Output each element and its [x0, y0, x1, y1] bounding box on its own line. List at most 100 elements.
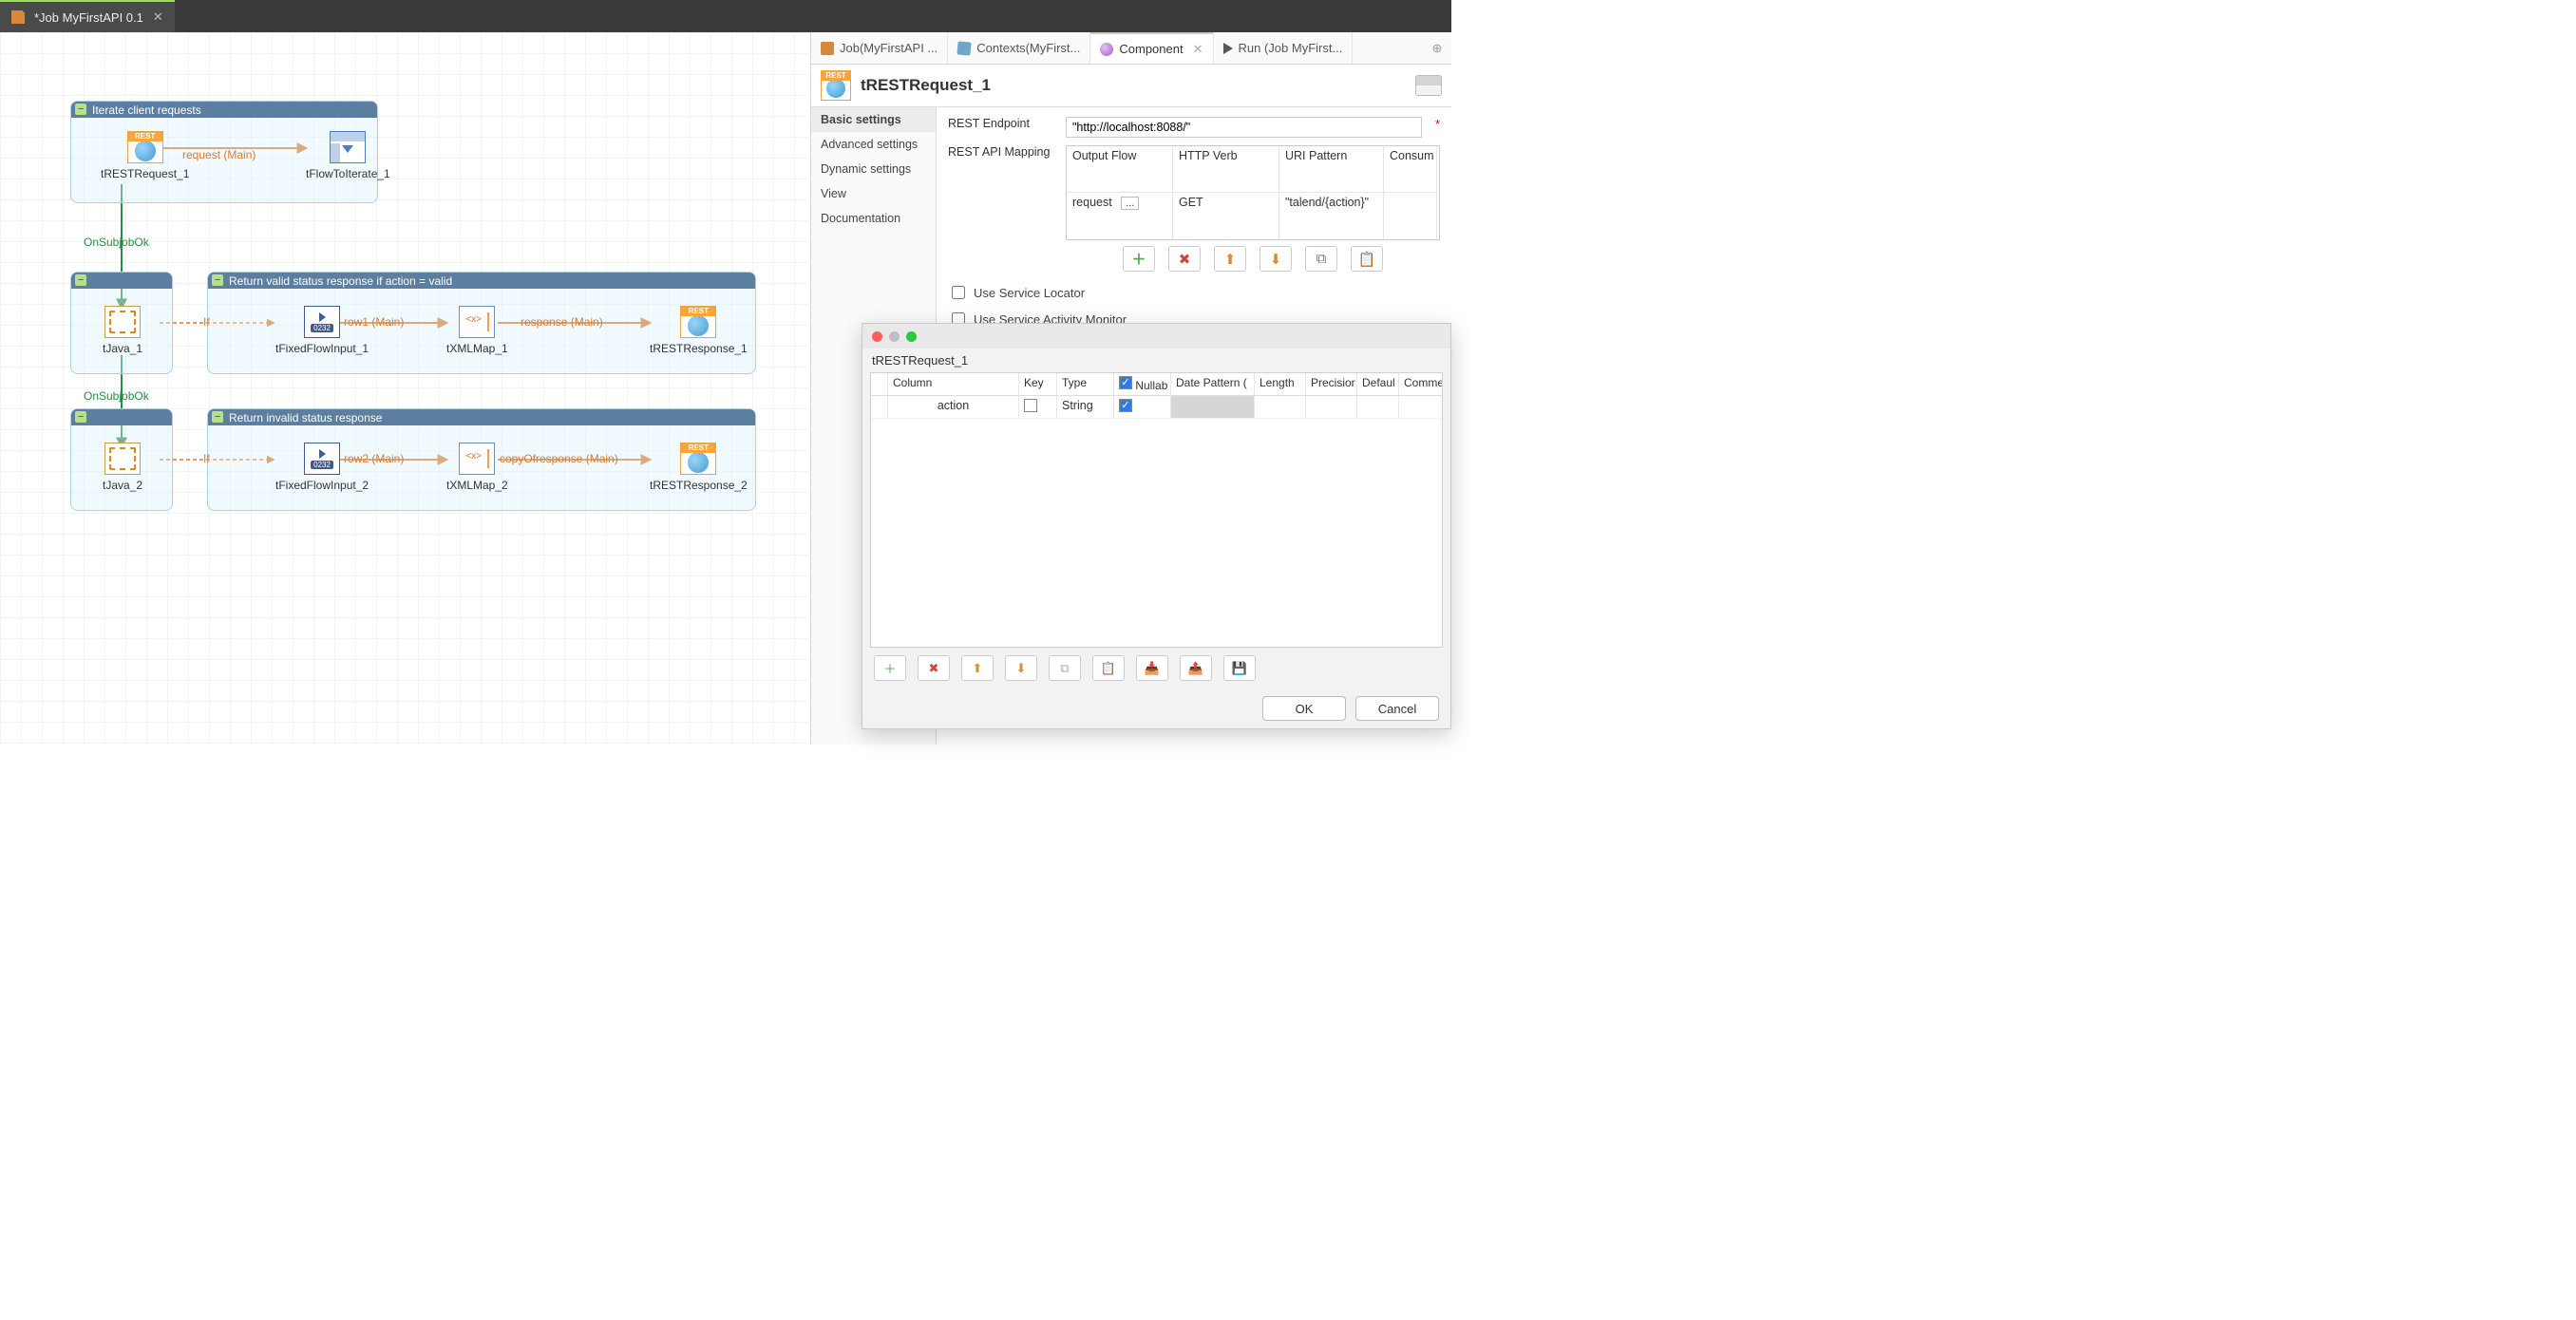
- layout-toggle-icon[interactable]: [1415, 75, 1442, 96]
- tab-component[interactable]: Component ✕: [1090, 32, 1213, 64]
- table-cell[interactable]: request ...: [1067, 193, 1173, 239]
- component-tjava-1[interactable]: tJava_1: [103, 306, 142, 355]
- tab-job[interactable]: Job(MyFirstAPI ...: [811, 32, 948, 64]
- job-canvas[interactable]: Iterate client requests tRESTRequest_1 t…: [0, 32, 810, 745]
- editor-tab-job[interactable]: *Job MyFirstAPI 0.1 ✕: [0, 0, 175, 32]
- component-label: tXMLMap_1: [446, 342, 508, 355]
- nav-advanced-settings[interactable]: Advanced settings: [811, 132, 936, 157]
- default-cell[interactable]: [1357, 396, 1399, 418]
- component-label: tRESTResponse_1: [650, 342, 748, 355]
- remove-column-button[interactable]: ✖: [918, 655, 950, 681]
- precision-cell[interactable]: [1306, 396, 1357, 418]
- component-tflowtoiterate-1[interactable]: tFlowToIterate_1: [306, 131, 390, 180]
- type-cell[interactable]: String: [1057, 396, 1114, 418]
- tab-label: Job(MyFirstAPI ...: [840, 41, 938, 55]
- component-title: tRESTRequest_1: [861, 76, 991, 95]
- add-row-button[interactable]: ＋: [1123, 246, 1155, 272]
- subjob-header: Return valid status response if action =…: [208, 273, 755, 289]
- component-tjava-2[interactable]: tJava_2: [103, 443, 142, 492]
- tab-run[interactable]: Run (Job MyFirst...: [1214, 32, 1354, 64]
- nullable-check[interactable]: [1119, 399, 1132, 412]
- table-header: [871, 373, 888, 395]
- rest-endpoint-field: REST Endpoint *: [948, 117, 1440, 138]
- dialog-title-bar[interactable]: [862, 324, 1450, 349]
- copy-button[interactable]: ⧉: [1305, 246, 1337, 272]
- component-title-row: tRESTRequest_1: [811, 65, 1451, 106]
- key-check[interactable]: [1024, 399, 1037, 412]
- move-up-button[interactable]: ⬆: [961, 655, 994, 681]
- xml-map-icon: [459, 306, 495, 338]
- rest-response-icon: [680, 306, 716, 338]
- component-trestresponse-1[interactable]: tRESTResponse_1: [650, 306, 748, 355]
- table-header: Type: [1057, 373, 1114, 395]
- table-row[interactable]: action String: [871, 396, 1442, 419]
- ellipsis-button[interactable]: ...: [1121, 197, 1139, 210]
- api-mapping-table[interactable]: Output Flow HTTP Verb URI Pattern Consum…: [1066, 145, 1440, 240]
- length-cell[interactable]: [1255, 396, 1306, 418]
- nav-dynamic-settings[interactable]: Dynamic settings: [811, 157, 936, 181]
- paste-button[interactable]: 📋: [1092, 655, 1125, 681]
- move-up-button[interactable]: ⬆: [1214, 246, 1246, 272]
- export-button[interactable]: 📤: [1180, 655, 1212, 681]
- component-label: tFlowToIterate_1: [306, 167, 390, 180]
- minimize-window-icon[interactable]: [889, 331, 900, 342]
- table-header: Consum: [1384, 146, 1437, 193]
- add-column-button[interactable]: ＋: [874, 655, 906, 681]
- tab-label: Component: [1119, 42, 1183, 56]
- nav-basic-settings[interactable]: Basic settings: [811, 107, 936, 132]
- component-tfixedflowinput-2[interactable]: 0232 tFixedFlowInput_2: [275, 443, 369, 492]
- link-label-row1: row1 (Main): [344, 315, 404, 329]
- subjob-header: Iterate client requests: [71, 102, 377, 118]
- schema-dialog[interactable]: tRESTRequest_1 Column Key Type Nullab Da…: [862, 323, 1451, 729]
- comment-cell[interactable]: [1399, 396, 1443, 418]
- remove-row-button[interactable]: ✖: [1168, 246, 1201, 272]
- close-icon[interactable]: ✕: [1193, 42, 1203, 57]
- link-label-request: request (Main): [182, 148, 256, 161]
- copy-button[interactable]: ⧉: [1049, 655, 1081, 681]
- component-txmlmap-2[interactable]: tXMLMap_2: [446, 443, 508, 492]
- zoom-window-icon[interactable]: [906, 331, 917, 342]
- nullable-header-check[interactable]: [1119, 376, 1132, 389]
- nullable-cell[interactable]: [1114, 396, 1171, 418]
- import-button[interactable]: 📥: [1136, 655, 1168, 681]
- key-cell[interactable]: [1019, 396, 1057, 418]
- tab-contexts[interactable]: Contexts(MyFirst...: [948, 32, 1090, 64]
- table-cell[interactable]: "talend/{action}": [1279, 193, 1384, 239]
- add-tab-button[interactable]: ⊕: [1423, 41, 1451, 56]
- rest-endpoint-input[interactable]: [1066, 117, 1422, 138]
- required-marker: *: [1435, 117, 1440, 131]
- cancel-button[interactable]: Cancel: [1355, 696, 1439, 721]
- dialog-component-name: tRESTRequest_1: [862, 349, 1450, 372]
- table-cell[interactable]: GET: [1173, 193, 1279, 239]
- check-label: Use Service Locator: [974, 286, 1085, 300]
- close-window-icon[interactable]: [872, 331, 882, 342]
- component-txmlmap-1[interactable]: tXMLMap_1: [446, 306, 508, 355]
- table-header: Date Pattern (: [1171, 373, 1255, 395]
- move-down-button[interactable]: ⬇: [1005, 655, 1037, 681]
- component-label: tRESTResponse_2: [650, 479, 748, 492]
- nav-documentation[interactable]: Documentation: [811, 206, 936, 231]
- flow-iterate-icon: [330, 131, 366, 163]
- use-service-locator-row: Use Service Locator: [948, 283, 1440, 302]
- date-pattern-cell[interactable]: [1171, 396, 1255, 418]
- use-service-locator-check[interactable]: [952, 286, 965, 299]
- fixed-flow-icon: 0232: [304, 443, 340, 475]
- link-label-onsubjobok-2: OnSubjobOk: [84, 389, 149, 403]
- link-label-row2: row2 (Main): [344, 452, 404, 465]
- ok-button[interactable]: OK: [1262, 696, 1346, 721]
- component-trestrequest-1[interactable]: tRESTRequest_1: [101, 131, 189, 180]
- component-label: tJava_1: [103, 342, 142, 355]
- table-cell[interactable]: [1384, 193, 1437, 239]
- move-down-button[interactable]: ⬇: [1260, 246, 1292, 272]
- component-trestresponse-2[interactable]: tRESTResponse_2: [650, 443, 748, 492]
- link-label-if-1: If: [203, 315, 210, 329]
- component-tfixedflowinput-1[interactable]: 0232 tFixedFlowInput_1: [275, 306, 369, 355]
- table-header: URI Pattern: [1279, 146, 1384, 193]
- dialog-footer: OK Cancel: [862, 688, 1450, 728]
- save-button[interactable]: 💾: [1223, 655, 1256, 681]
- close-icon[interactable]: ✕: [153, 9, 163, 25]
- schema-table[interactable]: Column Key Type Nullab Date Pattern ( Le…: [870, 372, 1443, 648]
- nav-view[interactable]: View: [811, 181, 936, 206]
- paste-button[interactable]: 📋: [1351, 246, 1383, 272]
- column-cell[interactable]: action: [888, 396, 1019, 418]
